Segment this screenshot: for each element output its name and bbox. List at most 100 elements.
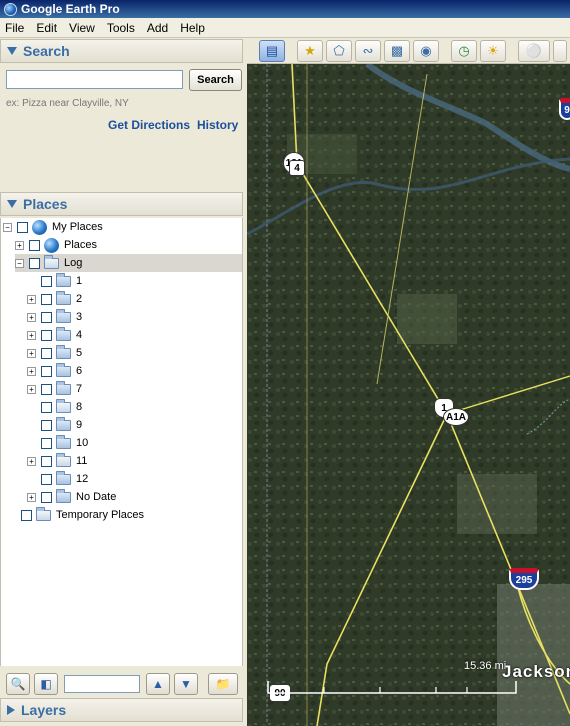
search-button[interactable]: Search bbox=[189, 69, 242, 91]
collapse-icon[interactable]: − bbox=[3, 222, 12, 232]
menu-edit[interactable]: Edit bbox=[31, 21, 64, 35]
checkbox[interactable] bbox=[41, 365, 52, 377]
expand-icon[interactable]: + bbox=[27, 366, 36, 376]
move-up-button[interactable]: ▲ bbox=[146, 673, 170, 695]
expand-icon[interactable]: + bbox=[27, 312, 36, 322]
get-directions-link[interactable]: Get Directions bbox=[108, 118, 190, 132]
folder-icon bbox=[56, 380, 71, 395]
tree-label: 1 bbox=[76, 275, 83, 287]
folder-icon bbox=[56, 308, 71, 323]
collapse-icon[interactable]: − bbox=[15, 258, 24, 268]
tree-item-log-12[interactable]: 12 bbox=[27, 470, 88, 488]
checkbox[interactable] bbox=[41, 491, 52, 503]
history-link[interactable]: History bbox=[197, 118, 238, 132]
tree-label: Temporary Places bbox=[56, 509, 145, 521]
tree-item-log-no-date[interactable]: + No Date bbox=[27, 488, 116, 506]
expand-icon[interactable]: + bbox=[27, 384, 36, 394]
sidebar-toggle-button[interactable]: ◧ bbox=[34, 673, 58, 695]
historical-imagery-tool[interactable]: ◷ bbox=[451, 39, 477, 62]
checkbox[interactable] bbox=[41, 419, 52, 431]
folder-menu-button[interactable]: 📁 bbox=[208, 673, 238, 695]
tree-item-log-10[interactable]: 10 bbox=[27, 434, 88, 452]
checkbox[interactable] bbox=[41, 293, 52, 305]
checkbox[interactable] bbox=[41, 437, 52, 449]
expand-icon[interactable]: + bbox=[15, 240, 24, 250]
checkbox[interactable] bbox=[41, 329, 52, 341]
tree-item-log-6[interactable]: + 6 bbox=[27, 362, 82, 380]
checkbox[interactable] bbox=[29, 239, 40, 251]
places-filter-input[interactable] bbox=[64, 675, 140, 693]
checkbox[interactable] bbox=[41, 311, 52, 323]
menu-add[interactable]: Add bbox=[142, 21, 175, 35]
expand-icon[interactable]: + bbox=[27, 294, 36, 304]
map-view[interactable]: 121 4 1 A1A 295 9 90 15.36 mi Jacksonvil bbox=[247, 64, 570, 726]
route-shield-a1a: A1A bbox=[443, 408, 469, 426]
sidebar-toggle-tool[interactable]: ▤ bbox=[259, 39, 285, 62]
checkbox[interactable] bbox=[17, 221, 28, 233]
checkbox[interactable] bbox=[41, 275, 52, 287]
magnifier-icon: 🔍 bbox=[10, 677, 26, 691]
search-panel-header[interactable]: Search bbox=[0, 39, 243, 63]
add-polygon-tool[interactable]: ⬠ bbox=[326, 39, 352, 62]
collapse-triangle-icon bbox=[7, 47, 17, 55]
tree-item-log-8[interactable]: 8 bbox=[27, 398, 82, 416]
sunlight-tool[interactable]: ☀ bbox=[480, 39, 506, 62]
add-path-tool[interactable]: ∾ bbox=[355, 39, 381, 62]
tree-item-log-4[interactable]: + 4 bbox=[27, 326, 82, 344]
tree-label: 8 bbox=[76, 401, 83, 413]
tree-item-log[interactable]: − Log bbox=[15, 254, 242, 272]
search-places-button[interactable]: 🔍 bbox=[6, 673, 30, 695]
record-tour-tool[interactable]: ◉ bbox=[413, 39, 439, 62]
tree-label: My Places bbox=[52, 221, 103, 233]
folder-icon: 📁 bbox=[215, 677, 231, 691]
tree-item-log-2[interactable]: + 2 bbox=[27, 290, 82, 308]
tree-item-log-5[interactable]: + 5 bbox=[27, 344, 82, 362]
arrow-up-icon: ▲ bbox=[152, 677, 164, 691]
planets-tool[interactable]: ⚪ bbox=[518, 39, 550, 62]
expand-icon[interactable]: + bbox=[27, 330, 36, 340]
tree-label: No Date bbox=[76, 491, 117, 503]
tree-item-places[interactable]: + Places bbox=[15, 236, 97, 254]
panel-icon: ◧ bbox=[40, 677, 52, 691]
expand-icon[interactable]: + bbox=[27, 456, 36, 466]
sidebar: Search Search ex: Pizza near Clayville, … bbox=[0, 38, 245, 726]
places-panel-header[interactable]: Places bbox=[0, 192, 243, 216]
checkbox[interactable] bbox=[41, 383, 52, 395]
tree-item-log-3[interactable]: + 3 bbox=[27, 308, 82, 326]
scale-label: 15.36 mi bbox=[464, 660, 507, 672]
tree-item-log-7[interactable]: + 7 bbox=[27, 380, 82, 398]
interstate-shield-295: 295 bbox=[509, 568, 539, 590]
tree-item-log-11[interactable]: + 11 bbox=[27, 452, 87, 470]
menu-tools[interactable]: Tools bbox=[102, 21, 142, 35]
menu-view[interactable]: View bbox=[64, 21, 102, 35]
tree-item-log-9[interactable]: 9 bbox=[27, 416, 82, 434]
checkbox[interactable] bbox=[29, 257, 40, 269]
move-down-button[interactable]: ▼ bbox=[174, 673, 198, 695]
layers-panel-header[interactable]: Layers bbox=[0, 698, 243, 722]
tree-item-log-1[interactable]: 1 bbox=[27, 272, 82, 290]
add-image-overlay-tool[interactable]: ▩ bbox=[384, 39, 410, 62]
folder-icon bbox=[56, 488, 71, 503]
checkbox[interactable] bbox=[41, 347, 52, 359]
checkbox[interactable] bbox=[21, 509, 32, 521]
places-toolbar: 🔍 ◧ ▲ ▼ 📁 bbox=[0, 668, 243, 700]
checkbox[interactable] bbox=[41, 473, 52, 485]
add-placemark-tool[interactable]: ★ bbox=[297, 39, 323, 62]
pushpin-icon: ★ bbox=[304, 42, 316, 58]
expand-icon[interactable]: + bbox=[27, 492, 36, 502]
expand-triangle-icon bbox=[7, 705, 15, 715]
menu-file[interactable]: File bbox=[0, 21, 31, 35]
expand-icon[interactable]: + bbox=[27, 348, 36, 358]
search-input[interactable] bbox=[6, 70, 183, 89]
tree-item-my-places[interactable]: − My Places bbox=[3, 218, 103, 236]
globe-icon bbox=[44, 237, 59, 253]
menu-help[interactable]: Help bbox=[175, 21, 212, 35]
arrow-down-icon: ▼ bbox=[180, 677, 192, 691]
tree-label: 4 bbox=[76, 329, 83, 341]
ruler-tool[interactable] bbox=[553, 39, 567, 62]
checkbox[interactable] bbox=[41, 401, 52, 413]
places-tree: − My Places + Places − Log 1 + 2 + 3 + 4… bbox=[0, 218, 243, 666]
tree-item-temporary-places[interactable]: Temporary Places bbox=[7, 506, 144, 524]
checkbox[interactable] bbox=[41, 455, 52, 467]
route-shield-4: 4 bbox=[289, 160, 305, 176]
